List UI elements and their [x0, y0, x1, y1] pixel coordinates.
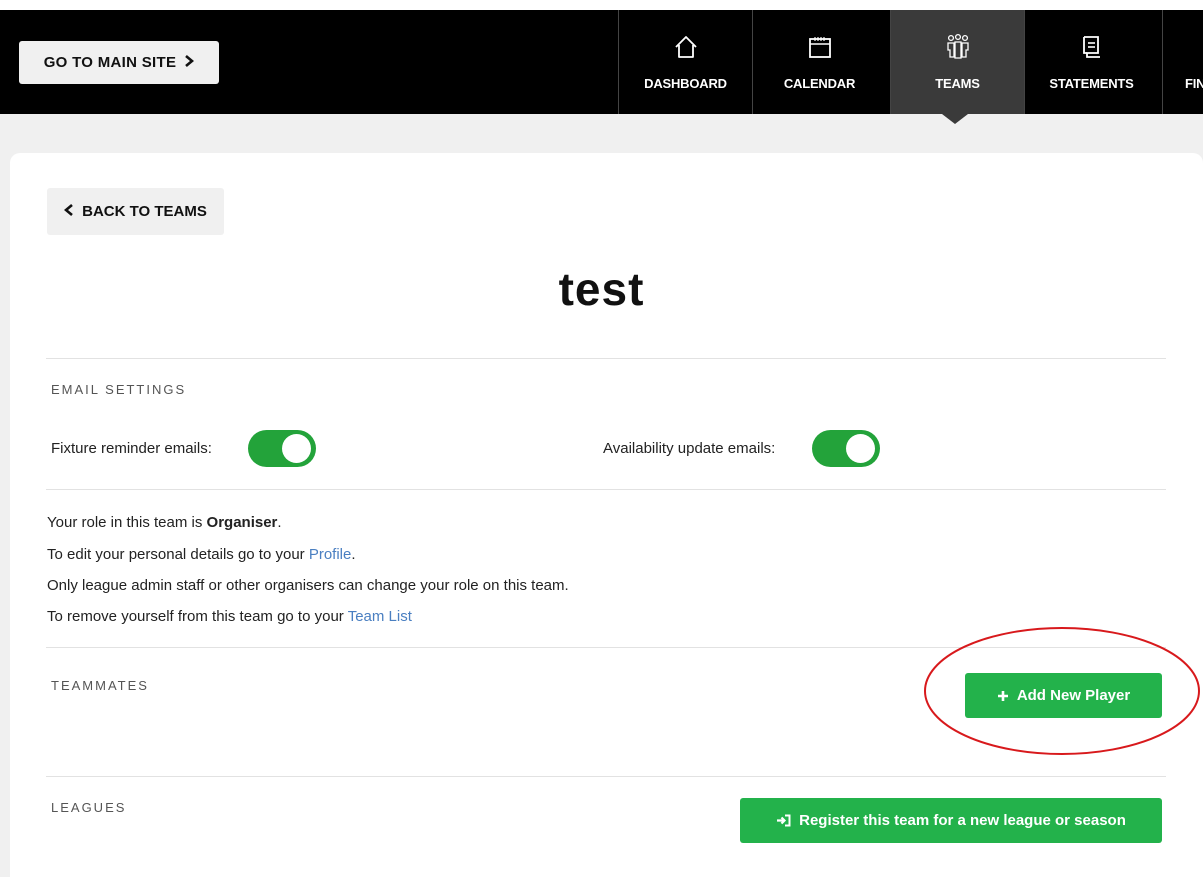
role-info-line: Your role in this team is Organiser.: [47, 514, 282, 531]
fixture-reminder-toggle[interactable]: [248, 430, 316, 467]
teammates-heading: TEAMMATES: [51, 678, 149, 693]
remove-info-line: To remove yourself from this team go to …: [47, 608, 412, 625]
nav-label-calendar: CALENDAR: [783, 76, 856, 91]
divider: [46, 776, 1166, 777]
back-to-teams-label: BACK TO TEAMS: [82, 203, 207, 220]
team-list-link[interactable]: Team List: [348, 608, 412, 625]
chevron-left-icon: [64, 203, 74, 220]
register-team-label: Register this team for a new league or s…: [799, 812, 1126, 829]
email-settings-heading: EMAIL SETTINGS: [51, 382, 187, 397]
leagues-heading: LEAGUES: [51, 800, 127, 815]
profile-suffix-text: .: [351, 546, 356, 563]
nav-item-calendar[interactable]: CALENDAR: [752, 10, 886, 114]
home-icon: [673, 32, 699, 62]
role-prefix-text: Your role in this team is: [47, 514, 207, 531]
toggle-knob: [282, 434, 311, 463]
divider: [46, 489, 1166, 490]
add-new-player-label: Add New Player: [1016, 687, 1131, 704]
availability-update-toggle[interactable]: [812, 430, 880, 467]
remove-prefix-text: To remove yourself from this team go to …: [47, 608, 348, 625]
role-value: Organiser: [206, 514, 278, 531]
fixture-reminder-label: Fixture reminder emails:: [51, 440, 212, 457]
nav-label-dashboard: DASHBOARD: [644, 76, 727, 91]
nav-item-statements[interactable]: STATEMENTS: [1024, 10, 1158, 114]
profile-info-line: To edit your personal details go to your…: [47, 546, 356, 563]
chevron-right-icon: [184, 54, 195, 71]
profile-prefix-text: To edit your personal details go to your: [47, 546, 309, 563]
nav-item-fin[interactable]: FIN: [1162, 10, 1203, 114]
availability-update-label: Availability update emails:: [603, 440, 776, 457]
divider: [46, 358, 1166, 359]
role-suffix-text: .: [277, 514, 282, 531]
statements-icon: [1079, 32, 1105, 62]
toggle-knob: [846, 434, 875, 463]
back-to-teams-button[interactable]: BACK TO TEAMS: [47, 188, 224, 235]
active-nav-caret: [942, 114, 968, 124]
sign-in-icon: [776, 814, 791, 827]
admin-note-line: Only league admin staff or other organis…: [47, 577, 569, 594]
nav-item-dashboard[interactable]: DASHBOARD: [618, 10, 752, 114]
plus-icon: [997, 690, 1009, 702]
nav-label-fin: FIN: [1185, 76, 1203, 91]
nav-label-teams: TEAMS: [935, 76, 980, 91]
nav-label-statements: STATEMENTS: [1049, 76, 1134, 91]
page-title: test: [558, 263, 645, 315]
register-team-button[interactable]: Register this team for a new league or s…: [740, 798, 1162, 843]
divider: [46, 647, 1166, 648]
add-new-player-button[interactable]: Add New Player: [965, 673, 1162, 718]
calendar-icon: [807, 32, 833, 62]
go-to-main-site-button[interactable]: GO TO MAIN SITE: [19, 41, 219, 84]
profile-link[interactable]: Profile: [309, 546, 352, 563]
teams-icon: [944, 32, 972, 62]
go-to-main-site-label: GO TO MAIN SITE: [43, 54, 177, 71]
nav-item-teams[interactable]: TEAMS: [890, 10, 1024, 114]
